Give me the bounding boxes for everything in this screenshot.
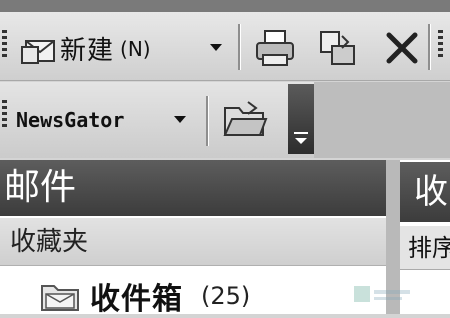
open-folder-button[interactable] <box>222 98 268 140</box>
new-mail-icon <box>21 39 55 64</box>
folder-icon <box>41 285 79 311</box>
delete-icon <box>386 32 418 64</box>
toolbar-grip[interactable] <box>2 100 8 130</box>
toolbar-options-icon <box>294 132 308 134</box>
message-list-header: 收 <box>400 162 450 222</box>
favorites-section[interactable]: 收藏夹 <box>0 218 386 266</box>
toolbar-grip-right <box>438 30 444 60</box>
inbox-label: 收件箱 <box>90 282 183 317</box>
new-button-label: 新建 <box>60 36 115 66</box>
move-to-folder-button[interactable] <box>318 28 360 68</box>
toolbar-separator <box>238 24 241 70</box>
delete-button[interactable] <box>384 30 420 66</box>
print-button[interactable] <box>254 28 296 68</box>
toolbar-empty-area <box>314 82 450 158</box>
newsgator-dropdown-arrow[interactable] <box>174 116 186 123</box>
toolbar-grip[interactable] <box>2 30 8 60</box>
print-icon <box>256 30 294 66</box>
window-top-strip <box>0 0 450 12</box>
toolbar-options-button[interactable] <box>288 84 314 154</box>
newsgator-menu-button[interactable]: NewsGator <box>16 108 124 132</box>
new-dropdown-arrow[interactable] <box>210 44 222 51</box>
watermark-logo <box>354 286 410 302</box>
new-button-accelerator: (N) <box>120 36 151 61</box>
open-folder-icon <box>223 101 268 136</box>
move-to-folder-icon <box>320 31 355 65</box>
toolbar-separator <box>428 24 431 70</box>
navigation-pane-header: 邮件 <box>0 160 386 216</box>
inbox-folder-item[interactable]: 收件箱 (25) <box>40 278 251 317</box>
inbox-unread-count: (25) <box>201 282 251 310</box>
toolbar-separator <box>206 96 209 146</box>
arrange-by-header[interactable]: 排序 <box>400 226 450 270</box>
new-button[interactable]: 新建 (N) <box>20 30 151 67</box>
